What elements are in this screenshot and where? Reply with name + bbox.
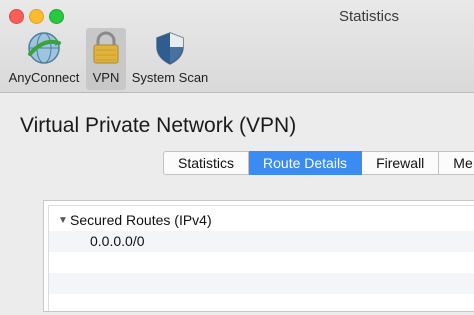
padlock-icon bbox=[93, 31, 119, 64]
toolbar-item-anyconnect[interactable]: AnyConnect bbox=[4, 28, 84, 90]
window-title: Statistics bbox=[339, 8, 400, 25]
zoom-window-button[interactable] bbox=[49, 9, 64, 24]
routes-panel: ▼ Secured Routes (IPv4) 0.0.0.0/0 bbox=[43, 200, 474, 312]
tab-bar: Statistics Route Details Firewall Me bbox=[163, 151, 474, 175]
shield-icon bbox=[156, 32, 184, 65]
tab-statistics[interactable]: Statistics bbox=[163, 151, 250, 175]
title-bar: Statistics AnyConnect VPN System Scan bbox=[0, 0, 474, 93]
minimize-window-button[interactable] bbox=[29, 9, 44, 24]
secured-routes-group-row[interactable]: ▼ Secured Routes (IPv4) bbox=[49, 210, 474, 231]
routes-outline-view[interactable]: ▼ Secured Routes (IPv4) 0.0.0.0/0 bbox=[48, 205, 474, 311]
toolbar-item-label: System Scan bbox=[131, 70, 209, 85]
toolbar-item-vpn[interactable]: VPN bbox=[86, 28, 126, 90]
route-group-label: Secured Routes (IPv4) bbox=[70, 212, 212, 228]
tab-route-details[interactable]: Route Details bbox=[249, 151, 363, 175]
toolbar-item-system-scan[interactable]: System Scan bbox=[130, 28, 210, 90]
anyconnect-globe-icon bbox=[28, 32, 61, 64]
tab-message-history[interactable]: Me bbox=[439, 151, 474, 175]
empty-row bbox=[49, 294, 474, 315]
empty-row bbox=[49, 273, 474, 294]
toolbar-item-label: VPN bbox=[92, 70, 120, 85]
close-window-button[interactable] bbox=[9, 9, 24, 24]
disclosure-triangle-icon[interactable]: ▼ bbox=[58, 210, 68, 231]
toolbar-item-label: AnyConnect bbox=[8, 70, 80, 85]
route-row[interactable]: 0.0.0.0/0 bbox=[49, 231, 474, 252]
tab-firewall[interactable]: Firewall bbox=[362, 151, 440, 175]
route-address: 0.0.0.0/0 bbox=[90, 233, 145, 249]
page-title: Virtual Private Network (VPN) bbox=[20, 114, 297, 137]
empty-row bbox=[49, 252, 474, 273]
statistics-window: Statistics AnyConnect VPN System Scan Vi… bbox=[0, 0, 474, 312]
